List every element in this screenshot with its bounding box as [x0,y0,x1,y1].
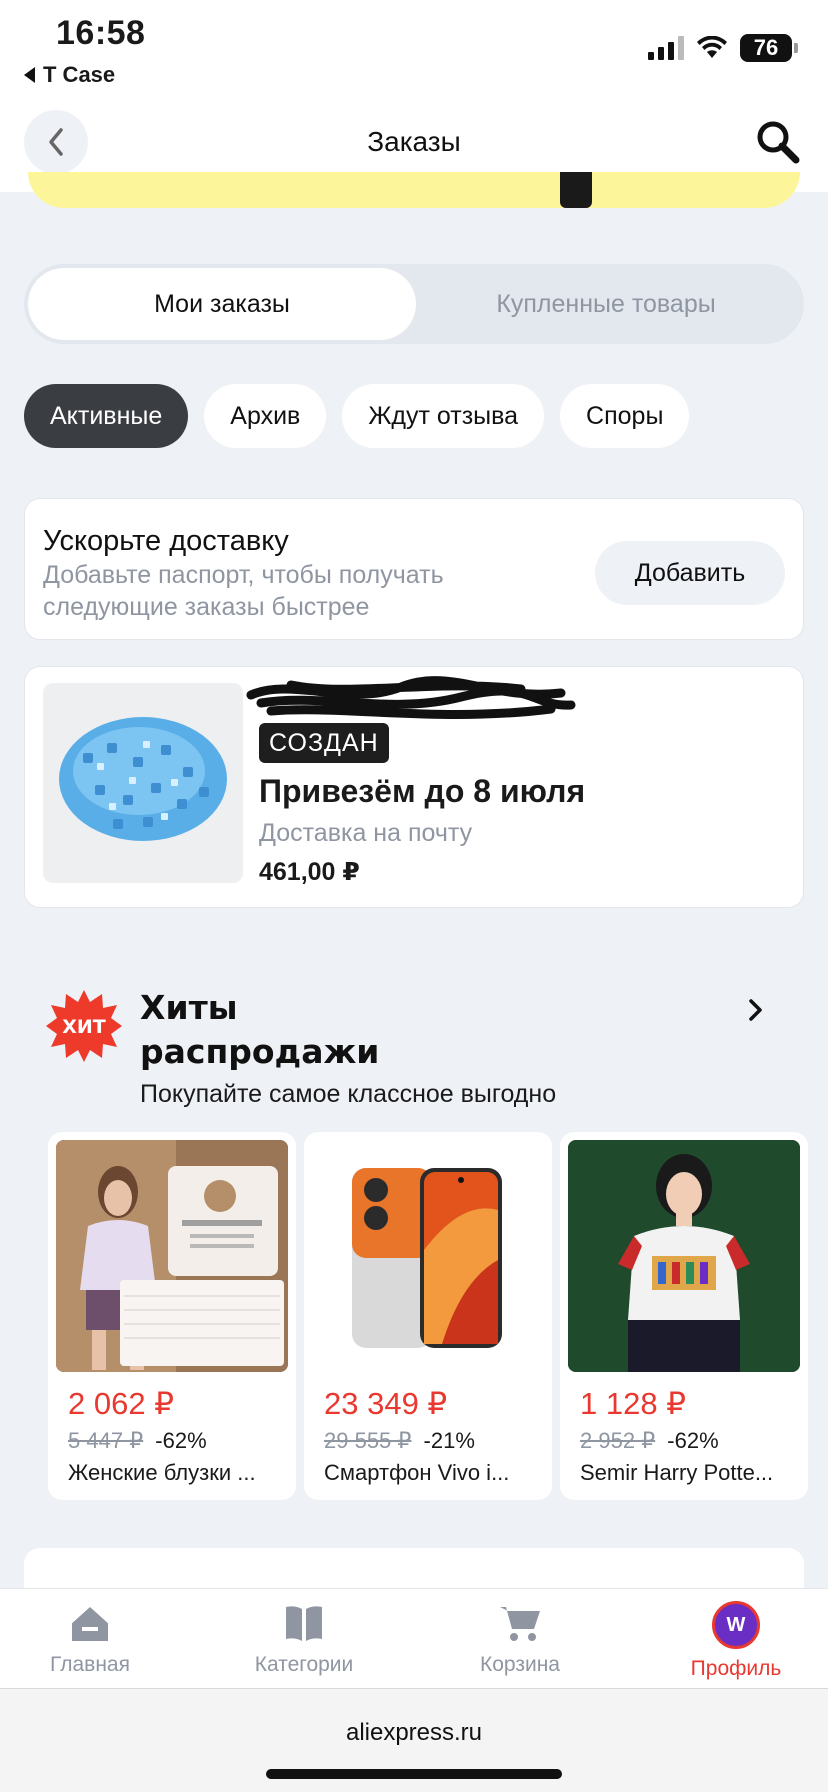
home-icon [68,1602,112,1641]
nav-home[interactable]: Главная [0,1601,180,1677]
status-bar: 16:58 T Case 76 [0,0,828,100]
chevron-right-icon[interactable] [742,996,770,1024]
product-old-price: 5 447 ₽ [68,1428,144,1453]
order-price: 461,00 ₽ [259,858,360,886]
hit-starburst-icon: ХИТ [46,990,122,1062]
promo-title: Ускорьте доставку [43,525,289,557]
nav-profile[interactable]: W Профиль [646,1601,826,1681]
order-delivery-date: Привезём до 8 июля [259,773,586,809]
status-indicators: 76 [648,34,798,62]
orders-segment-control: Мои заказы Купленные товары [24,264,804,344]
order-card[interactable]: СОЗДАН Привезём до 8 июля Доставка на по… [24,666,804,908]
product-discount: -62% [667,1428,719,1453]
order-delivery-method: Доставка на почту [259,819,473,847]
avatar: W [712,1601,760,1649]
nav-profile-label: Профиль [690,1657,782,1680]
product-name: Женские блузки ... [68,1460,256,1485]
chip-active[interactable]: Активные [24,384,189,448]
product-price: 1 128 ₽ [580,1386,686,1421]
speed-up-delivery-card: Ускорьте доставку Добавьте паспорт, чтоб… [24,498,804,640]
order-product-image [43,683,243,883]
nav-cart[interactable]: Корзина [430,1601,610,1677]
nav-categories[interactable]: Категории [214,1601,394,1677]
url-text[interactable]: aliexpress.ru [0,1719,828,1747]
product-old-price: 29 555 ₽ [324,1428,412,1453]
search-icon[interactable] [754,118,802,166]
chip-awaiting-review[interactable]: Ждут отзыва [342,384,545,448]
product-image [312,1140,544,1372]
chip-disputes[interactable]: Споры [560,384,690,448]
product-image [568,1140,800,1372]
product-old-price: 2 952 ₽ [580,1428,656,1453]
product-price: 23 349 ₽ [324,1386,448,1421]
product-old-price-row: 5 447 ₽ -62% [68,1428,207,1454]
product-old-price-row: 2 952 ₽ -62% [580,1428,719,1454]
product-discount: -21% [423,1428,475,1453]
banner-image [560,172,592,208]
product-name: Semir Harry Potte... [580,1460,774,1485]
chip-archive[interactable]: Архив [204,384,327,448]
product-card[interactable]: 2 062 ₽ 5 447 ₽ -62% Женские блузки ... [48,1132,296,1500]
product-old-price-row: 29 555 ₽ -21% [324,1428,475,1454]
nav-home-label: Главная [50,1653,130,1676]
home-indicator [266,1769,562,1779]
promo-subtitle: Добавьте паспорт, чтобы получать следующ… [43,561,444,621]
page-title: Заказы [367,126,461,157]
book-icon [286,1606,322,1641]
wifi-icon [697,36,727,58]
back-triangle-icon [24,67,35,83]
product-name: Смартфон Vivo i... [324,1460,510,1485]
product-image [56,1140,288,1372]
cellular-signal-icon [648,36,684,60]
filter-chips: Активные Архив Ждут отзыва Споры [24,384,690,448]
clock: 16:58 [56,14,146,52]
product-card[interactable]: 1 128 ₽ 2 952 ₽ -62% Semir Harry Potte..… [560,1132,808,1500]
product-price: 2 062 ₽ [68,1386,174,1421]
tab-my-orders[interactable]: Мои заказы [28,268,416,340]
back-to-app-link[interactable]: T Case [24,62,115,88]
hit-badge-text: ХИТ [62,1016,106,1038]
add-passport-button[interactable]: Добавить [595,541,785,605]
order-status-badge: СОЗДАН [259,723,389,763]
hits-section-title: Хиты распродажи [140,988,380,1071]
cart-icon [500,1607,540,1641]
redacted-scribble [246,676,576,719]
hits-section-subtitle: Покупайте самое классное выгодно [140,1080,557,1108]
browser-url-bar[interactable]: aliexpress.ru [0,1688,828,1792]
product-discount: -62% [155,1428,207,1453]
product-card[interactable]: 23 349 ₽ 29 555 ₽ -21% Смартфон Vivo i..… [304,1132,552,1500]
back-app-label: T Case [43,62,116,87]
nav-cart-label: Корзина [480,1653,560,1676]
tab-purchased-items[interactable]: Купленные товары [412,268,800,340]
promo-banner[interactable] [28,172,800,208]
hits-products-carousel[interactable]: 2 062 ₽ 5 447 ₽ -62% Женские блузки ... … [48,1132,828,1500]
battery-icon: 76 [740,34,798,62]
bottom-navigation: Главная Категории Корзина W Профиль [0,1588,828,1688]
nav-categories-label: Категории [254,1653,354,1676]
